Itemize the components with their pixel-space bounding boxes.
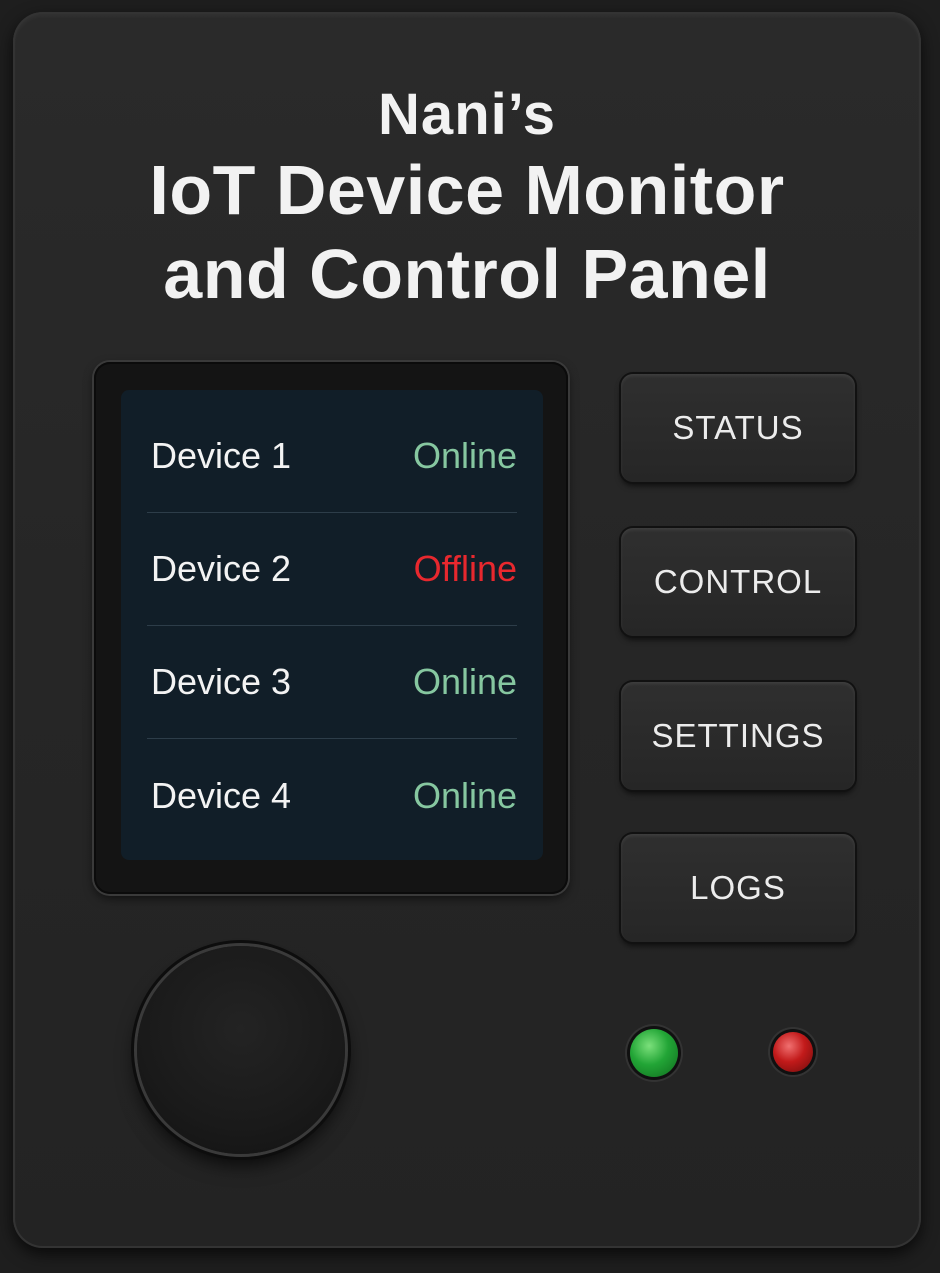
device-row: Device 1 Online	[147, 400, 517, 513]
status-button[interactable]: STATUS	[621, 374, 855, 482]
screen-bezel: Device 1 Online Device 2 Offline Device …	[94, 362, 568, 894]
device-name: Device 3	[151, 661, 292, 702]
device-row: Device 2 Offline	[147, 513, 517, 626]
logs-button[interactable]: LOGS	[621, 834, 855, 942]
device-status: Offline	[413, 548, 517, 589]
device-name: Device 2	[151, 548, 292, 589]
device-status: Online	[412, 435, 517, 476]
title-line-1: IoT Device Monitor	[149, 151, 785, 229]
red-led-icon	[773, 1032, 813, 1072]
device-row: Device 4 Online	[147, 739, 517, 852]
device-panel: Nani’s IoT Device Monitor and Control Pa…	[13, 12, 921, 1248]
title-owner: Nani’s	[378, 82, 556, 147]
device-status: Online	[412, 661, 517, 702]
device-status: Online	[412, 774, 517, 816]
green-led-icon	[630, 1029, 678, 1077]
device-row: Device 3 Online	[147, 626, 517, 739]
device-status-screen: Device 1 Online Device 2 Offline Device …	[121, 390, 543, 860]
control-button[interactable]: CONTROL	[621, 528, 855, 636]
settings-button[interactable]: SETTINGS	[621, 682, 855, 790]
panel-title: Nani’s IoT Device Monitor and Control Pa…	[13, 82, 921, 316]
title-line-2: and Control Panel	[163, 235, 771, 313]
device-name: Device 1	[151, 435, 292, 476]
rotary-knob[interactable]	[137, 946, 345, 1154]
device-name: Device 4	[151, 774, 292, 816]
